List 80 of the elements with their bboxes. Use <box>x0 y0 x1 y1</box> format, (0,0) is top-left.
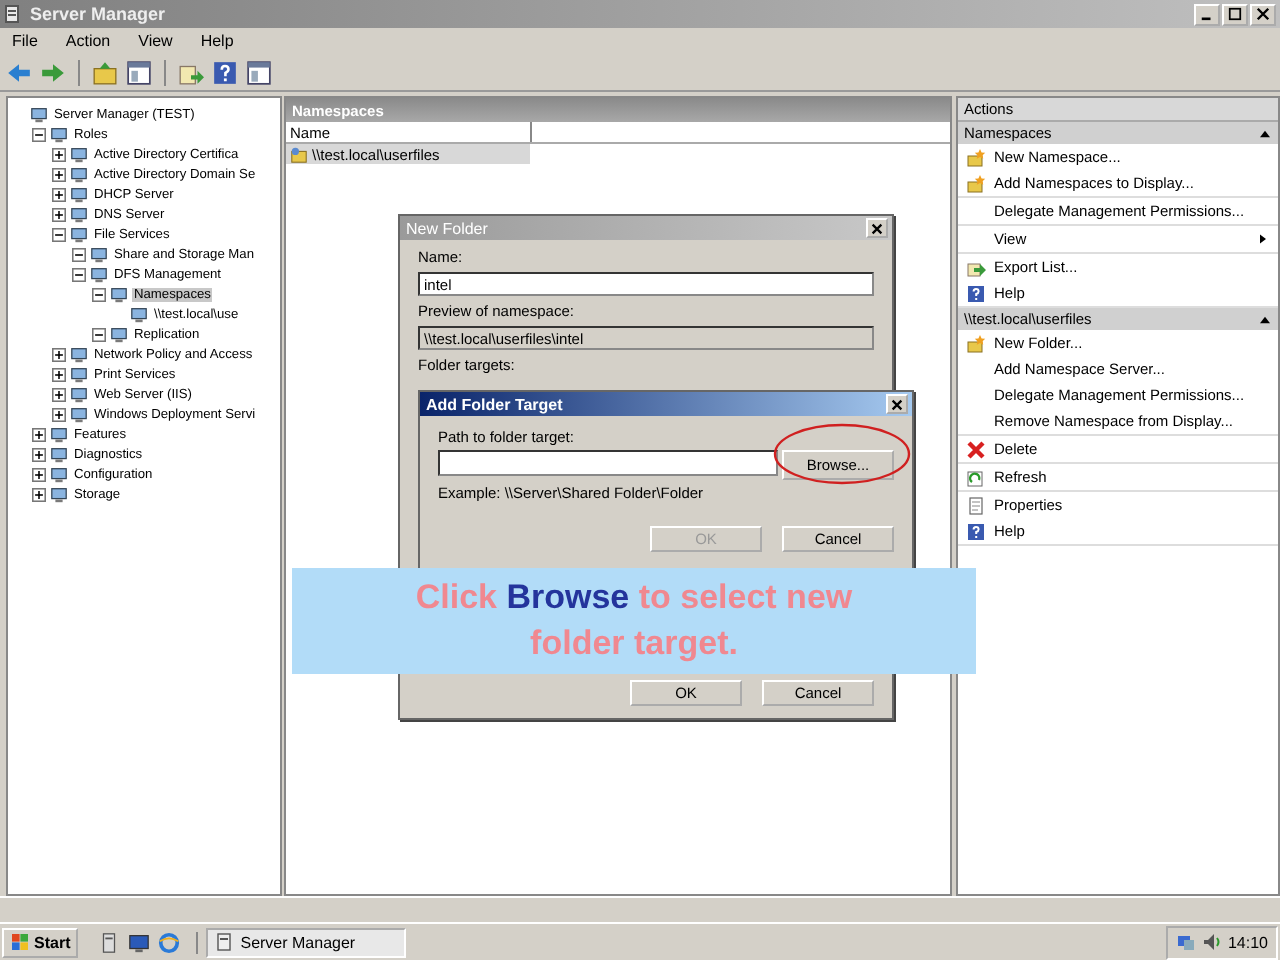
expand-icon[interactable] <box>32 487 46 501</box>
menu-item[interactable]: View <box>138 32 173 50</box>
dialog-title: New Folder <box>406 219 488 237</box>
collapse-icon[interactable] <box>92 327 106 341</box>
computer-icon <box>50 465 68 483</box>
expand-icon[interactable] <box>32 467 46 481</box>
monitor-icon[interactable] <box>128 931 151 953</box>
maximize-button[interactable] <box>1222 3 1248 25</box>
console-tree-icon[interactable] <box>124 57 154 87</box>
expand-icon[interactable] <box>52 207 66 221</box>
close-button[interactable] <box>1250 3 1276 25</box>
console-tree-icon[interactable] <box>244 57 274 87</box>
computer-icon <box>70 165 88 183</box>
expand-icon[interactable] <box>52 407 66 421</box>
computer-icon <box>110 285 128 303</box>
close-button[interactable] <box>886 394 908 414</box>
server-icon <box>214 932 235 952</box>
path-field[interactable] <box>438 450 778 476</box>
refresh-icon <box>966 467 986 487</box>
collapse-icon[interactable] <box>72 267 86 281</box>
menu-item[interactable]: File <box>12 32 38 50</box>
dialog-title: Add Folder Target <box>426 395 563 413</box>
network-icon <box>1175 932 1196 952</box>
computer-icon <box>70 205 88 223</box>
taskbar-button[interactable]: Server Manager <box>206 927 407 957</box>
browser-icon[interactable] <box>158 931 181 953</box>
computer-icon <box>30 105 48 123</box>
expand-icon[interactable] <box>32 447 46 461</box>
maximize-icon <box>1228 6 1242 22</box>
export-icon <box>966 257 986 277</box>
computer-icon <box>50 125 68 143</box>
expand-icon[interactable] <box>52 167 66 181</box>
collapse-icon[interactable] <box>52 227 66 241</box>
computer-icon <box>70 185 88 203</box>
new-item-icon <box>966 173 986 193</box>
clock-text: 14:10 <box>1227 933 1268 951</box>
windows-logo-icon <box>10 932 30 952</box>
collapse-icon[interactable] <box>72 247 86 261</box>
server-icon <box>4 4 24 24</box>
minimize-button[interactable] <box>1194 3 1220 25</box>
expand-icon[interactable] <box>52 387 66 401</box>
start-button[interactable]: Start <box>2 927 79 957</box>
speaker-icon <box>1201 932 1222 952</box>
computer-icon <box>70 225 88 243</box>
computer-icon <box>50 425 68 443</box>
computer-icon <box>90 265 108 283</box>
help-icon <box>966 283 986 303</box>
computer-icon <box>70 405 88 423</box>
computer-icon <box>50 445 68 463</box>
computer-icon <box>70 385 88 403</box>
expand-icon[interactable] <box>32 427 46 441</box>
collapse-icon[interactable] <box>92 287 106 301</box>
delete-icon <box>966 439 986 459</box>
window-title: Server Manager <box>30 4 168 24</box>
folder-icon <box>290 145 308 163</box>
new-item-icon <box>966 147 986 167</box>
menu-item[interactable]: Help <box>200 32 234 50</box>
document-icon <box>966 495 986 515</box>
computer-icon <box>70 145 88 163</box>
expand-icon[interactable] <box>52 347 66 361</box>
instruction-text: Click Browse to select new folder target. <box>413 576 855 666</box>
expand-icon[interactable] <box>52 147 66 161</box>
collapse-icon[interactable] <box>32 127 46 141</box>
close-icon <box>1256 6 1270 22</box>
new-item-icon <box>966 333 986 353</box>
collapse-icon[interactable] <box>1260 315 1270 323</box>
help-icon[interactable] <box>210 57 240 87</box>
computer-icon <box>50 485 68 503</box>
menu-item[interactable]: Action <box>65 32 111 50</box>
computer-icon <box>110 325 128 343</box>
computer-icon <box>130 305 148 323</box>
highlight-ellipse <box>772 422 912 486</box>
computer-icon <box>70 345 88 363</box>
computer-icon <box>70 365 88 383</box>
collapse-icon[interactable] <box>1260 129 1270 137</box>
computer-icon <box>90 245 108 263</box>
expand-icon[interactable] <box>52 187 66 201</box>
server-icon[interactable] <box>98 931 121 953</box>
help-icon <box>966 521 986 541</box>
expand-icon[interactable] <box>52 367 66 381</box>
